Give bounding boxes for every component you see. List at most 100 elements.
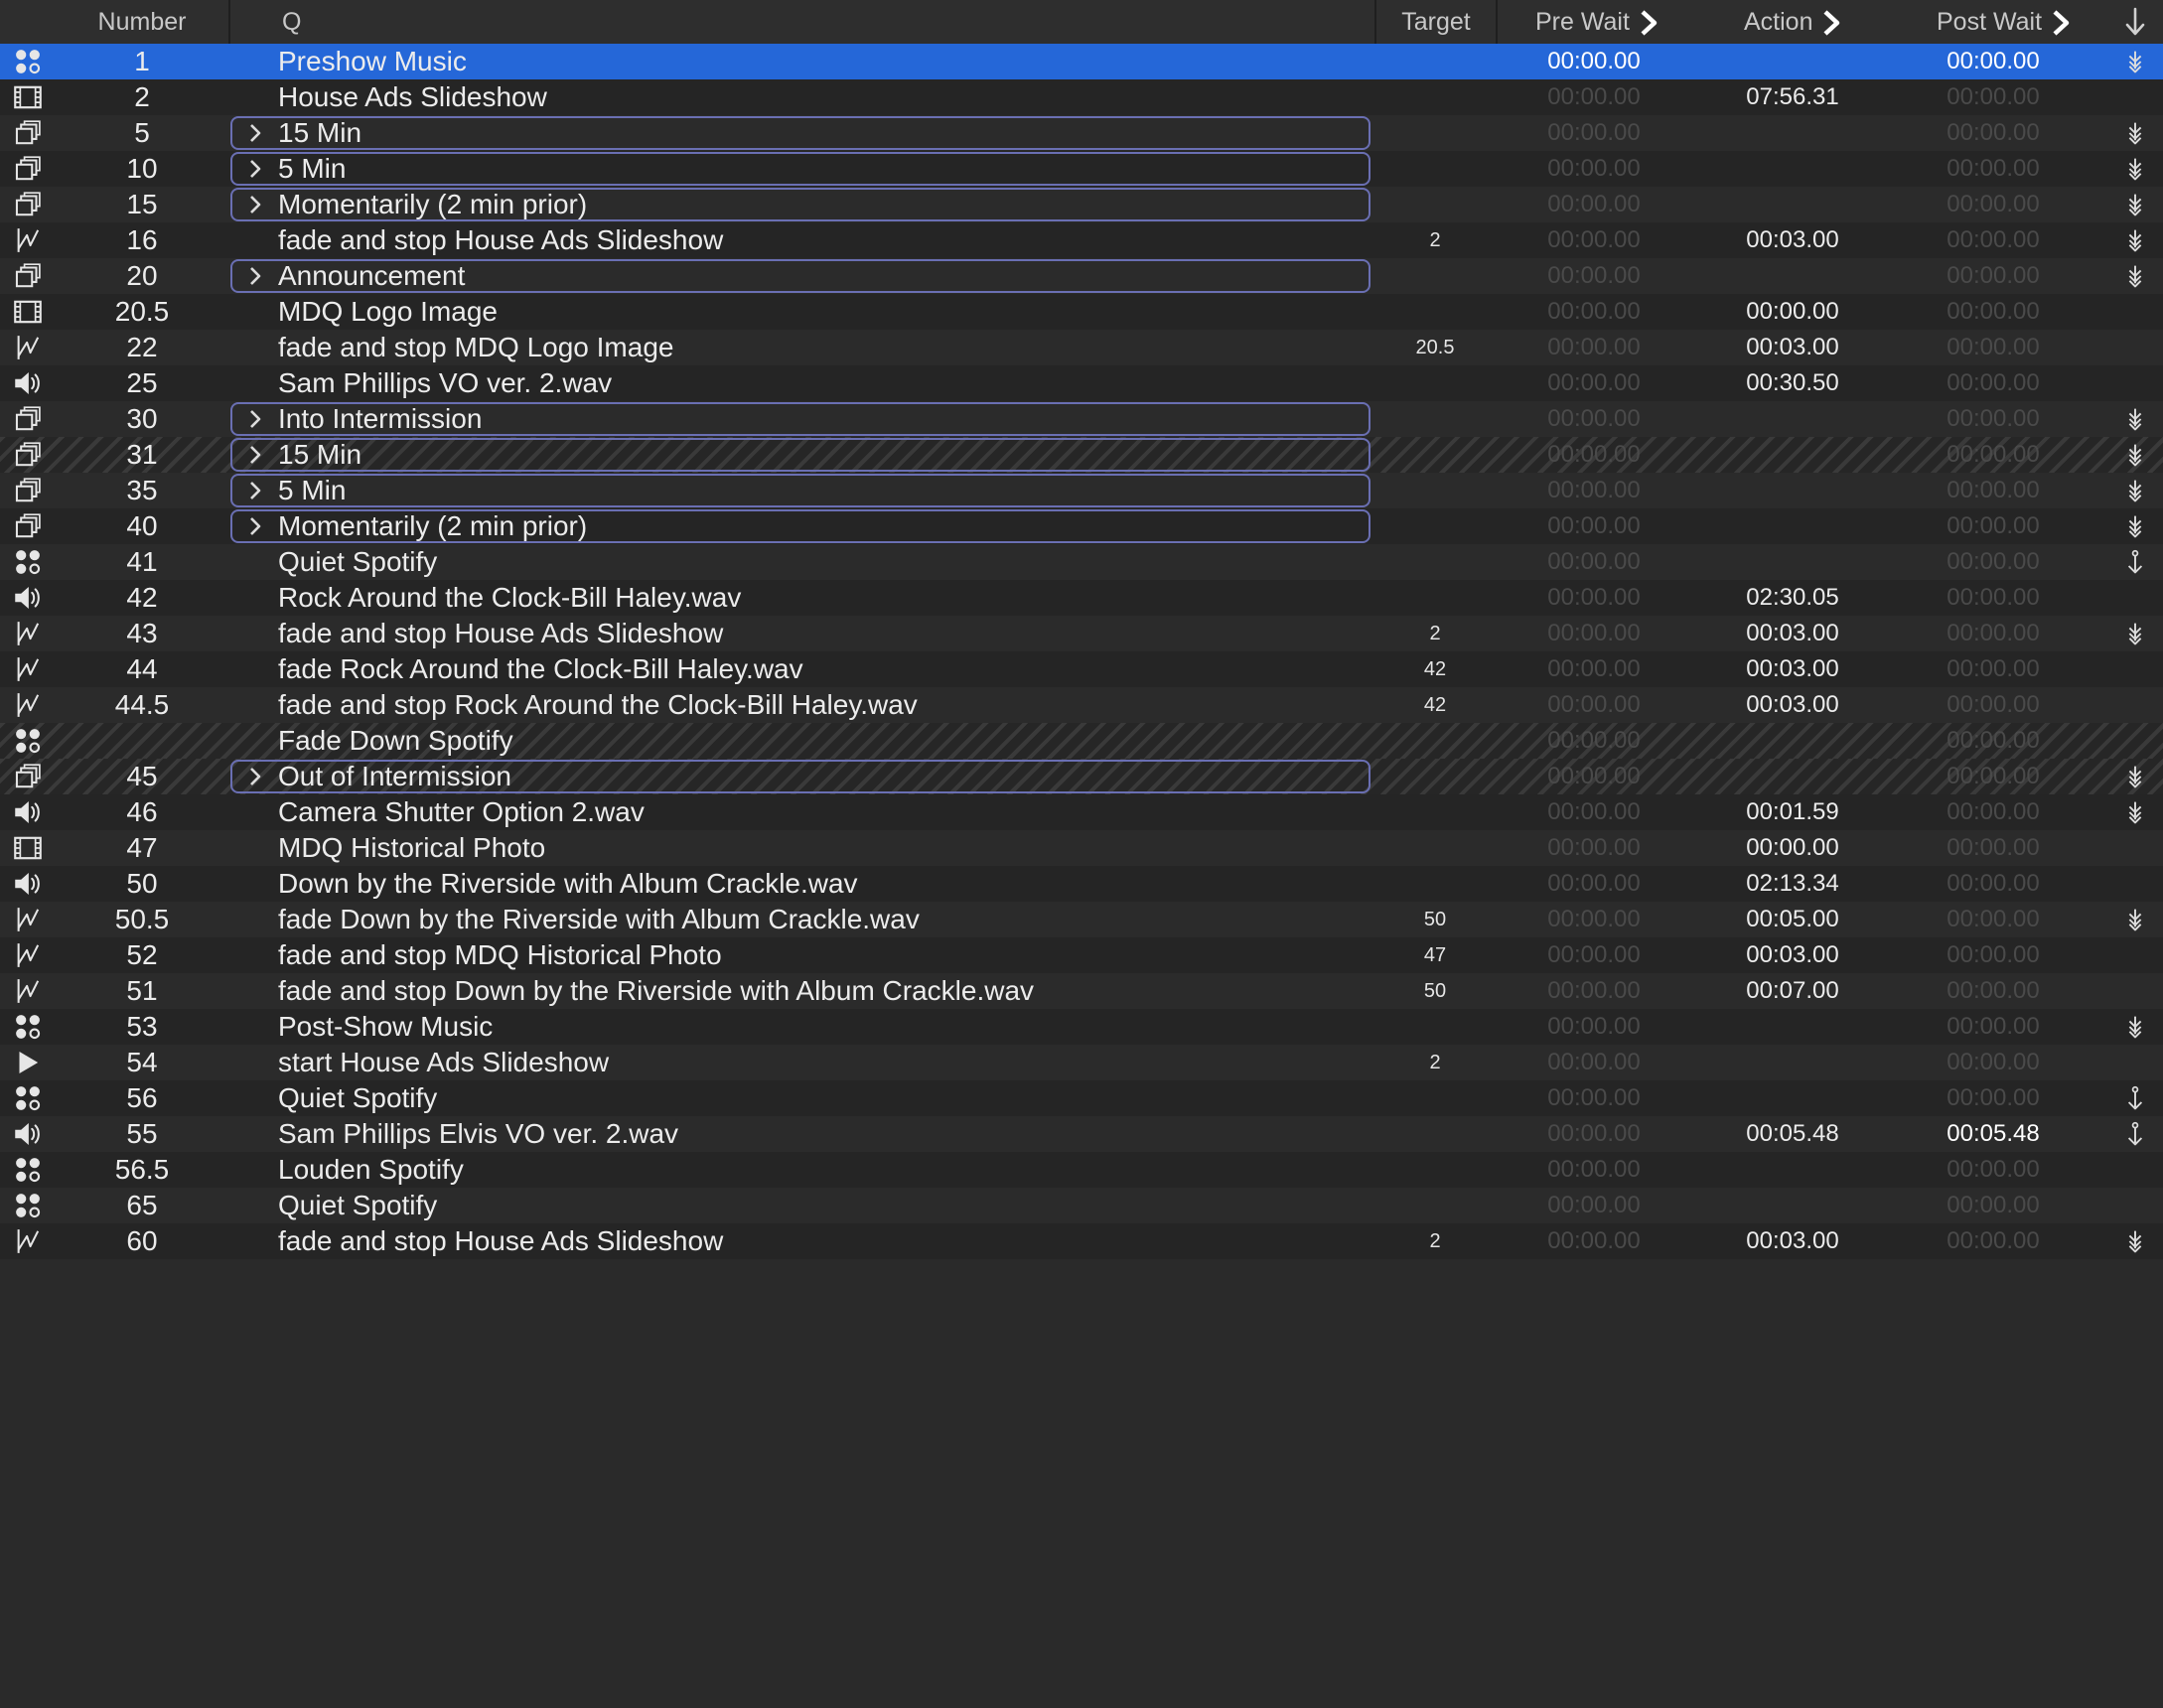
cue-row[interactable]: 52 fade and stop MDQ Historical Photo 47 00… — [0, 937, 2163, 973]
cue-target[interactable] — [1374, 473, 1496, 508]
cue-number[interactable]: 60 — [54, 1223, 230, 1259]
cue-number[interactable]: 22 — [54, 330, 230, 365]
cue-name[interactable]: Momentarily (2 min prior) — [278, 508, 1370, 544]
cue-name[interactable]: Sam Phillips Elvis VO ver. 2.wav — [278, 1116, 1370, 1152]
post-wait-time[interactable]: 00:00.00 — [1899, 830, 2088, 866]
post-wait-time[interactable]: 00:00.00 — [1899, 115, 2088, 151]
cue-name[interactable]: Quiet Spotify — [278, 1188, 1370, 1223]
action-time[interactable]: 00:00.00 — [1700, 830, 1885, 866]
cue-row[interactable]: 16 fade and stop House Ads Slideshow 2 00:0… — [0, 222, 2163, 258]
cue-target[interactable] — [1374, 580, 1496, 616]
cue-number[interactable]: 47 — [54, 830, 230, 866]
cue-name[interactable]: House Ads Slideshow — [278, 79, 1370, 115]
action-time[interactable]: 00:07.00 — [1700, 973, 1885, 1009]
action-time[interactable]: 00:05.00 — [1700, 902, 1885, 937]
post-wait-time[interactable]: 00:00.00 — [1899, 544, 2088, 580]
cue-row[interactable]: 60 fade and stop House Ads Slideshow 2 00:0… — [0, 1223, 2163, 1259]
cue-target[interactable] — [1374, 44, 1496, 79]
cue-target[interactable] — [1374, 1152, 1496, 1188]
post-wait-time[interactable]: 00:00.00 — [1899, 973, 2088, 1009]
action-time[interactable] — [1700, 151, 1885, 187]
pre-wait-time[interactable]: 00:00.00 — [1502, 973, 1686, 1009]
cue-name[interactable]: fade and stop MDQ Historical Photo — [278, 937, 1370, 973]
cue-target[interactable] — [1374, 794, 1496, 830]
action-time[interactable] — [1700, 1188, 1885, 1223]
action-time[interactable]: 02:13.34 — [1700, 866, 1885, 902]
cue-number[interactable]: 30 — [54, 401, 230, 437]
cue-target[interactable] — [1374, 830, 1496, 866]
continue-mode-cell[interactable] — [2113, 473, 2157, 508]
cue-number[interactable]: 35 — [54, 473, 230, 508]
pre-wait-time[interactable]: 00:00.00 — [1502, 44, 1686, 79]
post-wait-time[interactable]: 00:00.00 — [1899, 437, 2088, 473]
action-time[interactable]: 02:30.05 — [1700, 580, 1885, 616]
action-time[interactable]: 00:03.00 — [1700, 651, 1885, 687]
continue-mode-cell[interactable] — [2113, 44, 2157, 79]
cue-row[interactable]: 65 Quiet Spotify 00:00.00 00:00.00 — [0, 1188, 2163, 1223]
pre-wait-time[interactable]: 00:00.00 — [1502, 1188, 1686, 1223]
cue-name[interactable]: fade and stop House Ads Slideshow — [278, 1223, 1370, 1259]
continue-mode-cell[interactable] — [2113, 508, 2157, 544]
post-wait-time[interactable]: 00:05.48 — [1899, 1116, 2088, 1152]
post-wait-time[interactable]: 00:00.00 — [1899, 1223, 2088, 1259]
continue-mode-cell[interactable] — [2113, 544, 2157, 580]
post-wait-time[interactable]: 00:00.00 — [1899, 759, 2088, 794]
action-time[interactable] — [1700, 759, 1885, 794]
action-time[interactable]: 00:03.00 — [1700, 687, 1885, 723]
cue-row-group[interactable]: 30 Into Intermission 00:00.00 00:00.00 — [0, 401, 2163, 437]
cue-row[interactable]: 46 Camera Shutter Option 2.wav 00:00.00 00:… — [0, 794, 2163, 830]
pre-wait-time[interactable]: 00:00.00 — [1502, 1009, 1686, 1045]
cue-target[interactable]: 2 — [1374, 222, 1496, 258]
cue-number[interactable]: 50.5 — [54, 902, 230, 937]
cue-target[interactable] — [1374, 544, 1496, 580]
action-time[interactable] — [1700, 1080, 1885, 1116]
action-time[interactable]: 00:05.48 — [1700, 1116, 1885, 1152]
continue-mode-cell[interactable] — [2113, 222, 2157, 258]
cue-row[interactable]: 44.5 fade and stop Rock Around the Clock-… — [0, 687, 2163, 723]
pre-wait-time[interactable]: 00:00.00 — [1502, 1223, 1686, 1259]
cue-row[interactable]: 56 Quiet Spotify 00:00.00 00:00.00 — [0, 1080, 2163, 1116]
cue-number[interactable]: 25 — [54, 365, 230, 401]
pre-wait-time[interactable]: 00:00.00 — [1502, 687, 1686, 723]
cue-target[interactable] — [1374, 437, 1496, 473]
cue-name[interactable]: Fade Down Spotify — [278, 723, 1370, 759]
cue-target[interactable] — [1374, 187, 1496, 222]
cue-target[interactable]: 47 — [1374, 937, 1496, 973]
cue-name[interactable]: Quiet Spotify — [278, 544, 1370, 580]
cue-name[interactable]: Rock Around the Clock-Bill Haley.wav — [278, 580, 1370, 616]
cue-name[interactable]: 15 Min — [278, 437, 1370, 473]
post-wait-time[interactable]: 00:00.00 — [1899, 365, 2088, 401]
cue-number[interactable]: 20 — [54, 258, 230, 294]
cue-number[interactable]: 41 — [54, 544, 230, 580]
cue-target[interactable]: 42 — [1374, 687, 1496, 723]
cue-number[interactable]: 2 — [54, 79, 230, 115]
action-time[interactable]: 00:03.00 — [1700, 937, 1885, 973]
cue-name[interactable]: MDQ Logo Image — [278, 294, 1370, 330]
col-header-number[interactable]: Number — [54, 0, 230, 44]
post-wait-time[interactable]: 00:00.00 — [1899, 187, 2088, 222]
cue-name[interactable]: fade and stop House Ads Slideshow — [278, 616, 1370, 651]
cue-row[interactable]: Fade Down Spotify 00:00.00 00:00.00 — [0, 723, 2163, 759]
cue-target[interactable]: 2 — [1374, 1045, 1496, 1080]
cue-target[interactable]: 42 — [1374, 651, 1496, 687]
cue-row-group[interactable]: 40 Momentarily (2 min prior) 00:00.00 00:00… — [0, 508, 2163, 544]
cue-number[interactable]: 44 — [54, 651, 230, 687]
continue-mode-cell[interactable] — [2113, 1116, 2157, 1152]
cue-name[interactable]: Louden Spotify — [278, 1152, 1370, 1188]
cue-row[interactable]: 44 fade Rock Around the Clock-Bill Haley.… — [0, 651, 2163, 687]
cue-row[interactable]: 2 House Ads Slideshow 00:00.00 07:56.31 00:0… — [0, 79, 2163, 115]
pre-wait-time[interactable]: 00:00.00 — [1502, 330, 1686, 365]
cue-number[interactable]: 45 — [54, 759, 230, 794]
post-wait-time[interactable]: 00:00.00 — [1899, 616, 2088, 651]
pre-wait-time[interactable]: 00:00.00 — [1502, 902, 1686, 937]
cue-name[interactable]: fade Rock Around the Clock-Bill Haley.wa… — [278, 651, 1370, 687]
cue-name[interactable]: Preshow Music — [278, 44, 1370, 79]
cue-number[interactable]: 15 — [54, 187, 230, 222]
cue-target[interactable] — [1374, 866, 1496, 902]
cue-row-group[interactable]: 45 Out of Intermission 00:00.00 00:00.00 — [0, 759, 2163, 794]
cue-row[interactable]: 47 MDQ Historical Photo 00:00.00 00:00.00 00… — [0, 830, 2163, 866]
disclosure-chevron-icon[interactable] — [248, 445, 262, 465]
action-time[interactable]: 00:00.00 — [1700, 294, 1885, 330]
cue-target[interactable]: 2 — [1374, 1223, 1496, 1259]
cue-row[interactable]: 43 fade and stop House Ads Slideshow 2 00:0… — [0, 616, 2163, 651]
